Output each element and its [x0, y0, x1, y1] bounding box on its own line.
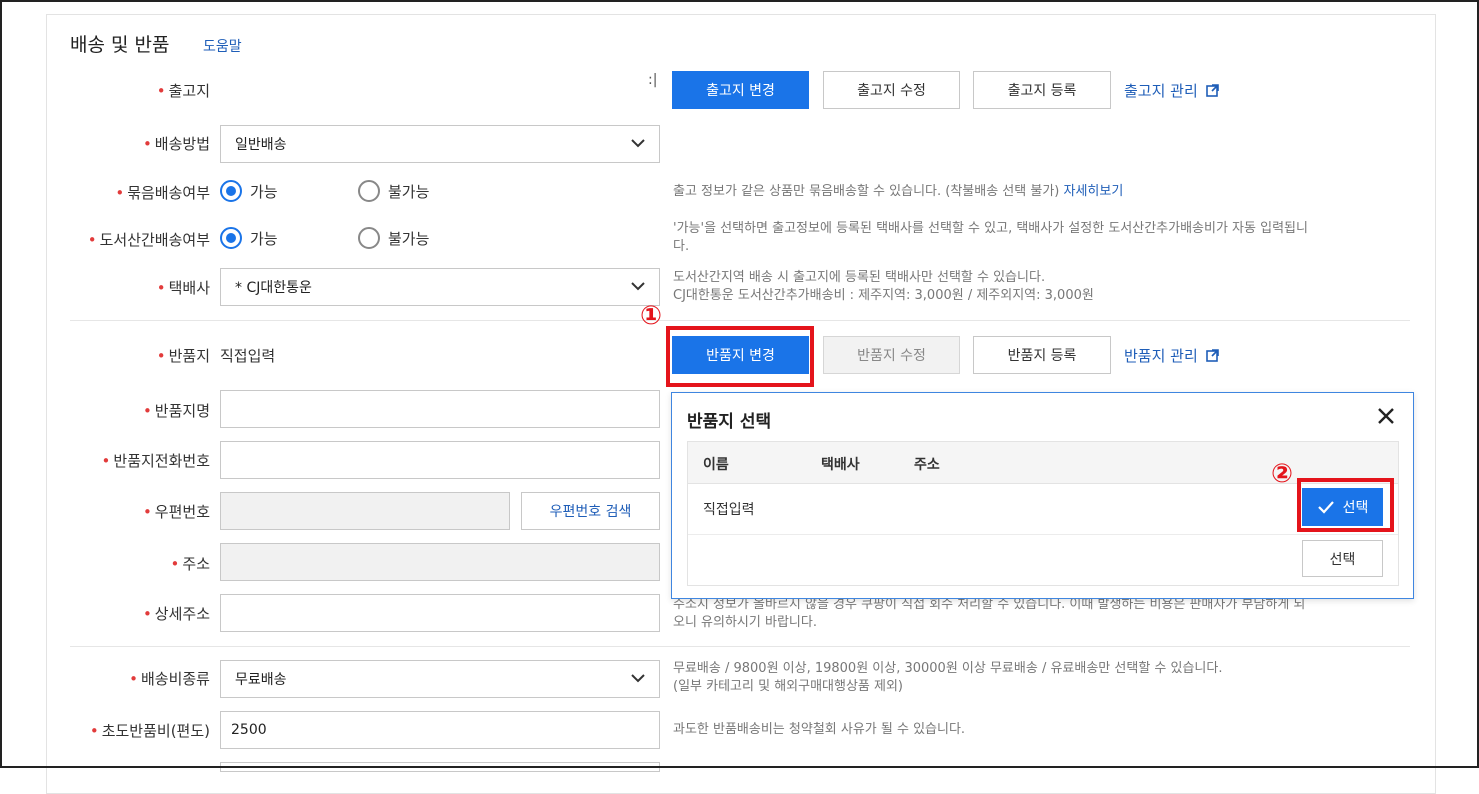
- return-place-edit-button[interactable]: 반품지 수정: [823, 336, 960, 374]
- zipcode-search-button[interactable]: 우편번호 검색: [521, 492, 660, 530]
- initial-return-fee-value: 2500: [231, 722, 267, 738]
- return-name-input[interactable]: [220, 390, 660, 428]
- radio-checked-icon: [220, 227, 242, 249]
- shipping-fee-type-select[interactable]: 무료배송: [220, 660, 660, 698]
- radio-unchecked-icon: [358, 227, 380, 249]
- island-label: • 도서산간배송여부: [87, 231, 210, 249]
- initial-return-fee-label: • 초도반품비(편도): [89, 722, 210, 740]
- address-input[interactable]: [220, 543, 660, 581]
- shipping-fee-type-label: • 배송비종류: [129, 670, 210, 688]
- zipcode-input[interactable]: [220, 492, 510, 530]
- popup-title: 반품지 선택: [687, 412, 772, 432]
- address-detail-input[interactable]: [220, 594, 660, 632]
- chevron-down-icon: [631, 674, 645, 683]
- bundle-radio-yes[interactable]: 가능: [220, 180, 278, 202]
- bundle-label: • 묶음배송여부: [115, 184, 210, 202]
- bundle-note: 출고 정보가 같은 상품만 묶음배송할 수 있습니다. (착불배송 선택 불가)…: [673, 184, 1124, 199]
- bundle-detail-link[interactable]: 자세히보기: [1064, 184, 1124, 199]
- highlight-box-step-1: [666, 326, 814, 387]
- shipping-from-edit-button[interactable]: 출고지 수정: [823, 71, 960, 109]
- shipping-from-change-button[interactable]: 출고지 변경: [672, 71, 809, 109]
- shipping-from-register-button[interactable]: 출고지 등록: [973, 71, 1111, 109]
- courier-value: * CJ대한통운: [235, 280, 312, 296]
- divider: [70, 646, 1410, 647]
- row-name: 직접입력: [703, 502, 755, 518]
- header-courier: 택배사: [821, 457, 860, 473]
- delivery-method-value: 일반배송: [235, 137, 287, 153]
- chevron-down-icon: [631, 282, 645, 291]
- radio-unchecked-icon: [358, 180, 380, 202]
- bundle-radio-no[interactable]: 불가능: [358, 180, 429, 202]
- address-detail-note: 주소지 정보가 올바르지 않을 경우 쿠팡이 직접 회수 처리할 수 있습니다.…: [673, 597, 1306, 630]
- highlight-box-step-2: [1297, 478, 1394, 532]
- shipping-from-label: • 출고지: [156, 82, 210, 100]
- island-note: '가능'을 선택하면 출고정보에 등록된 택배사를 선택할 수 있고, 택배사가…: [673, 221, 1308, 254]
- close-icon[interactable]: [1375, 405, 1397, 427]
- delivery-method-select[interactable]: 일반배송: [220, 125, 660, 163]
- address-label: • 주소: [170, 555, 210, 573]
- row-divider: [688, 534, 1398, 535]
- return-place-label: • 반품지: [156, 347, 210, 365]
- island-radio-no[interactable]: 불가능: [358, 227, 429, 249]
- return-place-manage-label: 반품지 관리: [1124, 347, 1198, 365]
- header-name: 이름: [703, 457, 729, 473]
- initial-return-fee-note: 과도한 반품배송비는 청약철회 사유가 될 수 있습니다.: [673, 722, 966, 737]
- return-phone-input[interactable]: [220, 441, 660, 479]
- shipping-fee-type-value: 무료배송: [235, 672, 287, 688]
- external-link-icon: [1205, 349, 1219, 362]
- external-link-icon: [1205, 84, 1219, 97]
- return-place-register-button[interactable]: 반품지 등록: [973, 336, 1111, 374]
- shipping-fee-type-note: 무료배송 / 9800원 이상, 19800원 이상, 30000원 이상 무료…: [673, 661, 1223, 694]
- step-1-marker: ①: [640, 301, 663, 331]
- island-radio-yes[interactable]: 가능: [220, 227, 278, 249]
- return-place-manage-link[interactable]: 반품지 관리: [1124, 345, 1219, 366]
- return-name-label: • 반품지명: [142, 402, 210, 420]
- courier-select[interactable]: * CJ대한통운: [220, 268, 660, 306]
- step-2-marker: ②: [1271, 459, 1294, 489]
- courier-note: 도서산간지역 배송 시 출고지에 등록된 택배사만 선택할 수 있습니다. CJ대…: [673, 270, 1094, 303]
- select-button-row-2[interactable]: 선택: [1302, 540, 1383, 577]
- help-link[interactable]: 도움말: [203, 36, 242, 56]
- shipping-from-manage-label: 출고지 관리: [1124, 82, 1198, 100]
- address-detail-label: • 상세주소: [142, 605, 210, 623]
- shipping-from-value: :|: [648, 72, 658, 88]
- radio-checked-icon: [220, 180, 242, 202]
- zipcode-label: • 우편번호: [142, 503, 210, 521]
- return-phone-label: • 반품지전화번호: [101, 452, 210, 470]
- header-address: 주소: [914, 457, 940, 473]
- section-title: 배송 및 반품: [70, 34, 170, 56]
- initial-return-fee-input[interactable]: 2500: [220, 711, 660, 749]
- delivery-method-label: • 배송방법: [142, 135, 210, 153]
- divider: [70, 320, 1410, 321]
- chevron-down-icon: [631, 139, 645, 148]
- courier-label: • 택배사: [156, 279, 210, 297]
- next-field-input[interactable]: [220, 762, 660, 772]
- shipping-from-manage-link[interactable]: 출고지 관리: [1124, 80, 1219, 101]
- return-place-value: 직접입력: [220, 347, 276, 365]
